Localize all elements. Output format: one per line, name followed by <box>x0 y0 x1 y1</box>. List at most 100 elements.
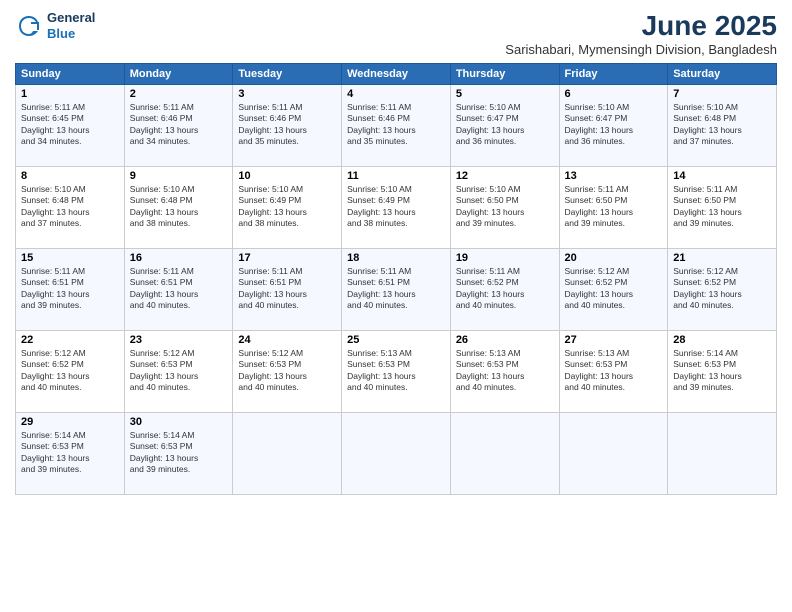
calendar-week-row: 22 Sunrise: 5:12 AM Sunset: 6:52 PM Dayli… <box>16 331 777 413</box>
calendar-week-row: 15 Sunrise: 5:11 AM Sunset: 6:51 PM Dayli… <box>16 249 777 331</box>
col-monday: Monday <box>124 64 233 85</box>
calendar-cell: 24Sunrise: 5:12 AM Sunset: 6:53 PM Dayli… <box>233 331 342 413</box>
location-subtitle: Sarishabari, Mymensingh Division, Bangla… <box>505 42 777 57</box>
day-number: 8 <box>21 170 119 182</box>
col-thursday: Thursday <box>450 64 559 85</box>
day-info: Sunrise: 5:11 AM Sunset: 6:52 PM Dayligh… <box>456 266 554 312</box>
day-number: 18 <box>347 252 445 264</box>
calendar-cell <box>342 413 451 495</box>
calendar-cell <box>450 413 559 495</box>
calendar-cell: 20 Sunrise: 5:12 AM Sunset: 6:52 PM Dayli… <box>559 249 668 331</box>
calendar-cell: 29 Sunrise: 5:14 AM Sunset: 6:53 PM Dayli… <box>16 413 125 495</box>
day-number: 4 <box>347 88 445 100</box>
calendar-cell: 7Sunrise: 5:10 AM Sunset: 6:48 PM Daylig… <box>668 85 777 167</box>
day-info: Sunrise: 5:11 AM Sunset: 6:51 PM Dayligh… <box>347 266 445 312</box>
calendar-cell: 30 Sunrise: 5:14 AM Sunset: 6:53 PM Dayli… <box>124 413 233 495</box>
day-number: 9 <box>130 170 228 182</box>
col-tuesday: Tuesday <box>233 64 342 85</box>
day-info: Sunrise: 5:11 AM Sunset: 6:51 PM Dayligh… <box>238 266 336 312</box>
title-block: June 2025 Sarishabari, Mymensingh Divisi… <box>505 10 777 57</box>
day-info: Sunrise: 5:11 AM Sunset: 6:51 PM Dayligh… <box>21 266 119 312</box>
day-number: 15 <box>21 252 119 264</box>
calendar-cell: 27 Sunrise: 5:13 AM Sunset: 6:53 PM Dayli… <box>559 331 668 413</box>
day-number: 10 <box>238 170 336 182</box>
day-number: 3 <box>238 88 336 100</box>
day-info: Sunrise: 5:10 AM Sunset: 6:47 PM Dayligh… <box>565 102 663 148</box>
day-number: 5 <box>456 88 554 100</box>
day-info: Sunrise: 5:10 AM Sunset: 6:49 PM Dayligh… <box>238 184 336 230</box>
day-number: 22 <box>21 334 119 346</box>
day-info: Sunrise: 5:14 AM Sunset: 6:53 PM Dayligh… <box>673 348 771 394</box>
day-info: Sunrise: 5:14 AM Sunset: 6:53 PM Dayligh… <box>21 430 119 476</box>
day-info: Sunrise: 5:11 AM Sunset: 6:50 PM Dayligh… <box>673 184 771 230</box>
day-number: 19 <box>456 252 554 264</box>
day-info: Sunrise: 5:12 AM Sunset: 6:52 PM Dayligh… <box>21 348 119 394</box>
day-info: Sunrise: 5:12 AM Sunset: 6:53 PM Dayligh… <box>130 348 228 394</box>
day-number: 25 <box>347 334 445 346</box>
calendar-cell: 9 Sunrise: 5:10 AM Sunset: 6:48 PM Daylig… <box>124 167 233 249</box>
day-number: 23 <box>130 334 228 346</box>
day-info: Sunrise: 5:11 AM Sunset: 6:50 PM Dayligh… <box>565 184 663 230</box>
calendar-cell: 18 Sunrise: 5:11 AM Sunset: 6:51 PM Dayli… <box>342 249 451 331</box>
logo: General Blue <box>15 10 95 41</box>
calendar-week-row: 1 Sunrise: 5:11 AM Sunset: 6:45 PM Daylig… <box>16 85 777 167</box>
day-number: 30 <box>130 416 228 428</box>
day-info: Sunrise: 5:10 AM Sunset: 6:48 PM Dayligh… <box>21 184 119 230</box>
col-saturday: Saturday <box>668 64 777 85</box>
day-info: Sunrise: 5:10 AM Sunset: 6:48 PM Dayligh… <box>673 102 771 148</box>
day-info: Sunrise: 5:11 AM Sunset: 6:46 PM Dayligh… <box>238 102 336 148</box>
calendar-week-row: 29 Sunrise: 5:14 AM Sunset: 6:53 PM Dayli… <box>16 413 777 495</box>
calendar-cell: 17 Sunrise: 5:11 AM Sunset: 6:51 PM Dayli… <box>233 249 342 331</box>
calendar-cell: 6 Sunrise: 5:10 AM Sunset: 6:47 PM Daylig… <box>559 85 668 167</box>
day-info: Sunrise: 5:11 AM Sunset: 6:46 PM Dayligh… <box>347 102 445 148</box>
calendar-cell: 19 Sunrise: 5:11 AM Sunset: 6:52 PM Dayli… <box>450 249 559 331</box>
calendar-cell: 23 Sunrise: 5:12 AM Sunset: 6:53 PM Dayli… <box>124 331 233 413</box>
day-number: 6 <box>565 88 663 100</box>
calendar-cell: 22 Sunrise: 5:12 AM Sunset: 6:52 PM Dayli… <box>16 331 125 413</box>
day-number: 14 <box>673 170 771 182</box>
day-number: 1 <box>21 88 119 100</box>
calendar-cell: 5 Sunrise: 5:10 AM Sunset: 6:47 PM Daylig… <box>450 85 559 167</box>
day-info: Sunrise: 5:13 AM Sunset: 6:53 PM Dayligh… <box>565 348 663 394</box>
calendar-cell: 1 Sunrise: 5:11 AM Sunset: 6:45 PM Daylig… <box>16 85 125 167</box>
day-number: 17 <box>238 252 336 264</box>
day-number: 29 <box>21 416 119 428</box>
calendar-cell: 15 Sunrise: 5:11 AM Sunset: 6:51 PM Dayli… <box>16 249 125 331</box>
calendar-table: Sunday Monday Tuesday Wednesday Thursday… <box>15 63 777 495</box>
day-info: Sunrise: 5:13 AM Sunset: 6:53 PM Dayligh… <box>456 348 554 394</box>
day-number: 20 <box>565 252 663 264</box>
day-info: Sunrise: 5:12 AM Sunset: 6:52 PM Dayligh… <box>565 266 663 312</box>
calendar-cell: 4 Sunrise: 5:11 AM Sunset: 6:46 PM Daylig… <box>342 85 451 167</box>
day-number: 13 <box>565 170 663 182</box>
day-info: Sunrise: 5:13 AM Sunset: 6:53 PM Dayligh… <box>347 348 445 394</box>
calendar-cell: 14 Sunrise: 5:11 AM Sunset: 6:50 PM Dayli… <box>668 167 777 249</box>
day-info: Sunrise: 5:10 AM Sunset: 6:47 PM Dayligh… <box>456 102 554 148</box>
col-wednesday: Wednesday <box>342 64 451 85</box>
calendar-cell: 13 Sunrise: 5:11 AM Sunset: 6:50 PM Dayli… <box>559 167 668 249</box>
day-info: Sunrise: 5:10 AM Sunset: 6:50 PM Dayligh… <box>456 184 554 230</box>
day-number: 11 <box>347 170 445 182</box>
calendar-cell: 12 Sunrise: 5:10 AM Sunset: 6:50 PM Dayli… <box>450 167 559 249</box>
day-number: 12 <box>456 170 554 182</box>
calendar-cell: 11 Sunrise: 5:10 AM Sunset: 6:49 PM Dayli… <box>342 167 451 249</box>
calendar-cell: 8 Sunrise: 5:10 AM Sunset: 6:48 PM Daylig… <box>16 167 125 249</box>
day-info: Sunrise: 5:10 AM Sunset: 6:49 PM Dayligh… <box>347 184 445 230</box>
calendar-cell: 16Sunrise: 5:11 AM Sunset: 6:51 PM Dayli… <box>124 249 233 331</box>
day-info: Sunrise: 5:11 AM Sunset: 6:45 PM Dayligh… <box>21 102 119 148</box>
day-info: Sunrise: 5:11 AM Sunset: 6:46 PM Dayligh… <box>130 102 228 148</box>
calendar-cell <box>668 413 777 495</box>
calendar-cell: 2Sunrise: 5:11 AM Sunset: 6:46 PM Daylig… <box>124 85 233 167</box>
day-info: Sunrise: 5:10 AM Sunset: 6:48 PM Dayligh… <box>130 184 228 230</box>
header: General Blue June 2025 Sarishabari, Myme… <box>15 10 777 57</box>
page: General Blue June 2025 Sarishabari, Myme… <box>0 0 792 612</box>
day-number: 26 <box>456 334 554 346</box>
day-number: 21 <box>673 252 771 264</box>
calendar-cell <box>559 413 668 495</box>
day-info: Sunrise: 5:14 AM Sunset: 6:53 PM Dayligh… <box>130 430 228 476</box>
calendar-week-row: 8 Sunrise: 5:10 AM Sunset: 6:48 PM Daylig… <box>16 167 777 249</box>
day-number: 27 <box>565 334 663 346</box>
calendar-cell <box>233 413 342 495</box>
calendar-cell: 21Sunrise: 5:12 AM Sunset: 6:52 PM Dayli… <box>668 249 777 331</box>
calendar-cell: 26 Sunrise: 5:13 AM Sunset: 6:53 PM Dayli… <box>450 331 559 413</box>
logo-text: General Blue <box>47 10 95 41</box>
